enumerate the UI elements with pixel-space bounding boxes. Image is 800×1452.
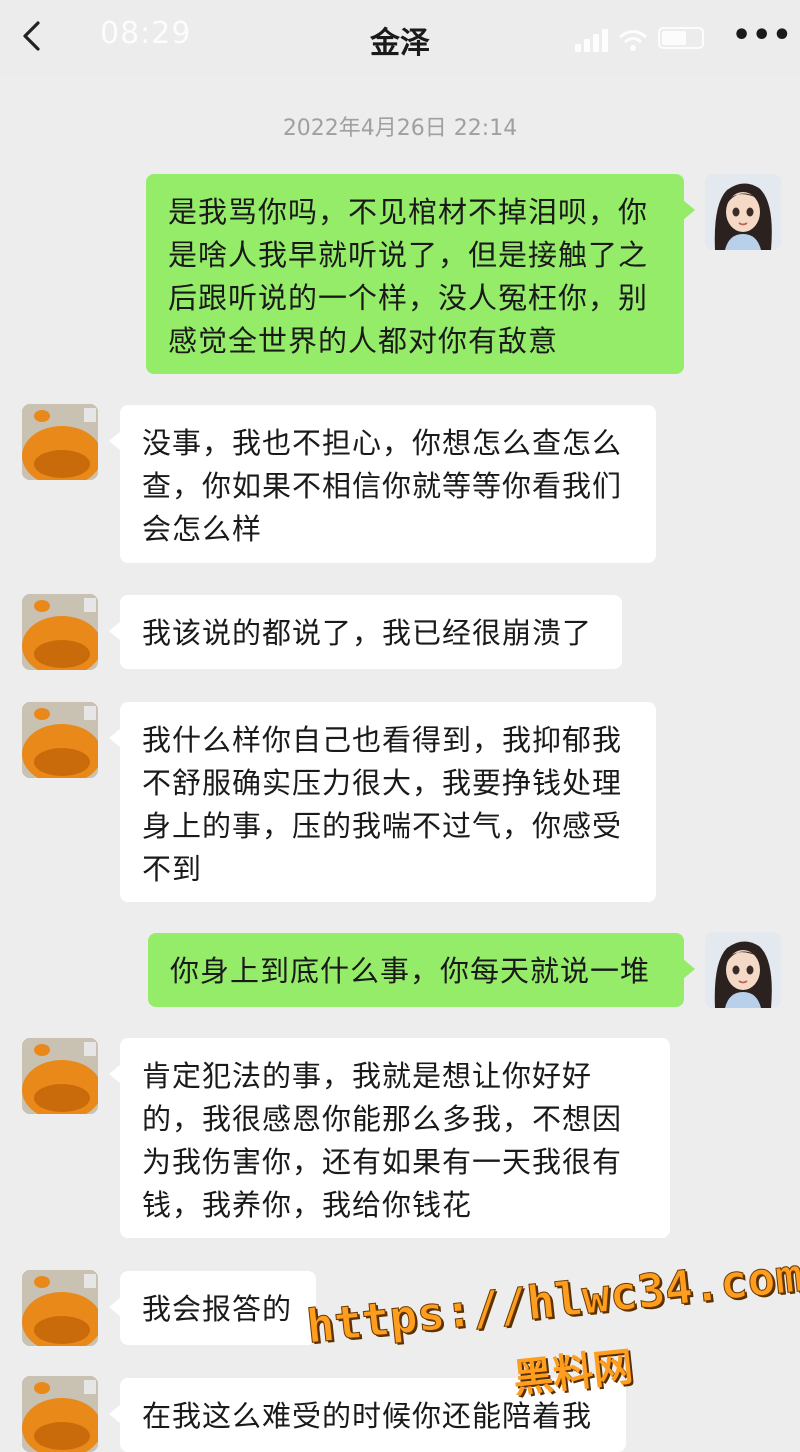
watermark: https://hlwc34.com 黑料网: [303, 1247, 800, 1439]
watermark-label: 黑料网: [511, 1344, 636, 1403]
message-bubble-received[interactable]: 肯定犯法的事，我就是想让你好好的，我很感恩你能那么多我，不想因为我伤害你，还有如…: [109, 1038, 670, 1238]
status-icons: [575, 26, 704, 52]
chat-header: 08:29 金泽 •••: [0, 0, 800, 76]
more-options-button[interactable]: •••: [732, 18, 793, 53]
message-bubble-received[interactable]: 我该说的都说了，我已经很崩溃了: [109, 595, 622, 669]
self-avatar[interactable]: [705, 932, 781, 1008]
message-bubble-sent[interactable]: 是我骂你吗，不见棺材不掉泪呗，你是啥人我早就听说了，但是接触了之后跟听说的一个样…: [146, 174, 695, 374]
wifi-icon: [619, 30, 647, 51]
contact-avatar[interactable]: [22, 404, 98, 480]
contact-avatar[interactable]: [22, 1038, 98, 1114]
self-avatar[interactable]: [705, 174, 781, 250]
contact-avatar[interactable]: [22, 594, 98, 670]
battery-icon: [658, 27, 704, 49]
message-bubble-received[interactable]: 我什么样你自己也看得到，我抑郁我不舒服确实压力很大，我要挣钱处理身上的事，压的我…: [109, 702, 656, 902]
contact-avatar[interactable]: [22, 1270, 98, 1346]
contact-avatar[interactable]: [22, 702, 98, 778]
message-bubble-received[interactable]: 没事，我也不担心，你想怎么查怎么查，你如果不相信你就等等你看我们会怎么样: [109, 405, 656, 563]
message-bubble-sent[interactable]: 你身上到底什么事，你每天就说一堆: [148, 933, 695, 1007]
watermark-url: https://hlwc34.com: [303, 1247, 800, 1354]
contact-avatar[interactable]: [22, 1376, 98, 1452]
message-timestamp: 2022年4月26日 22:14: [282, 116, 518, 141]
message-bubble-received[interactable]: 我会报答的: [109, 1271, 316, 1345]
signal-icon: [575, 29, 608, 52]
